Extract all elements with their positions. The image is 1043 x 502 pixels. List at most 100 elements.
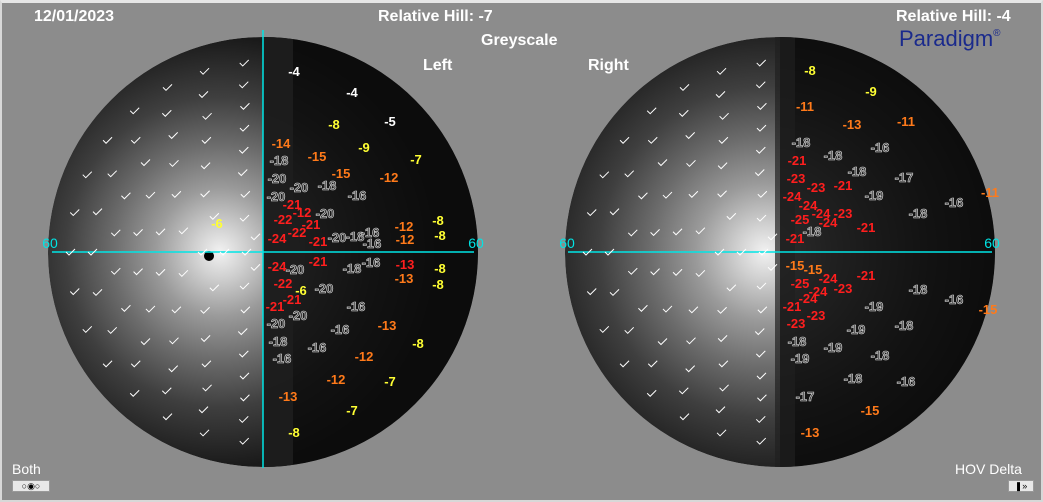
right-value-8: -21: [788, 153, 807, 168]
right-value-49: -16: [897, 374, 916, 389]
right-value-7: -16: [871, 140, 890, 155]
right-value-47: -19: [791, 351, 810, 366]
left-value-32: -6: [211, 216, 223, 231]
left-value-31: -8: [434, 228, 446, 243]
right-value-20: -16: [945, 195, 964, 210]
right-value-2: -11: [796, 99, 814, 114]
left-value-27: -16: [363, 236, 382, 251]
brand-logo: Paradigm®: [899, 26, 1001, 52]
right-value-11: -23: [787, 171, 806, 186]
left-value-4: -9: [358, 140, 370, 155]
right-scale-right: 60: [984, 235, 1000, 251]
right-value-1: -9: [865, 84, 877, 99]
right-field-greyscale: [565, 37, 995, 467]
left-value-3: -5: [384, 114, 396, 129]
left-value-30: -8: [432, 213, 444, 228]
right-value-43: -18: [895, 318, 914, 333]
right-value-41: -23: [787, 316, 806, 331]
right-value-27: -15: [786, 258, 805, 273]
right-value-48: -18: [844, 371, 863, 386]
right-value-4: -11: [897, 114, 915, 129]
view-mode-label: HOV Delta: [955, 461, 1022, 477]
right-value-42: -19: [847, 322, 866, 337]
left-value-24: -20: [328, 230, 347, 245]
right-value-39: -19: [865, 299, 884, 314]
right-value-51: -15: [861, 403, 880, 418]
left-value-47: -16: [347, 299, 366, 314]
eye-select-label: Both: [12, 461, 41, 477]
left-value-7: -15: [308, 149, 327, 164]
left-value-54: -8: [412, 336, 424, 351]
right-value-5: -18: [792, 135, 811, 150]
right-value-33: -23: [834, 281, 853, 296]
left-value-38: -13: [396, 257, 415, 272]
left-value-14: -16: [348, 188, 367, 203]
right-value-9: -18: [848, 164, 867, 179]
left-value-41: -8: [432, 277, 444, 292]
left-value-44: -20: [315, 281, 334, 296]
left-value-2: -8: [328, 117, 340, 132]
right-value-35: -16: [945, 292, 964, 307]
left-value-57: -12: [327, 372, 346, 387]
right-value-29: -21: [857, 268, 876, 283]
right-value-44: -18: [788, 334, 807, 349]
right-relative-hill: Relative Hill: -4: [896, 8, 1011, 25]
right-value-26: -21: [786, 231, 805, 246]
right-value-30: -25: [791, 276, 810, 291]
right-value-37: -24: [799, 291, 819, 306]
left-value-8: -18: [270, 153, 289, 168]
left-value-23: -21: [309, 234, 328, 249]
right-value-3: -13: [843, 117, 862, 132]
display-mode: Greyscale: [481, 32, 558, 49]
left-value-45: -21: [283, 292, 302, 307]
left-value-52: -18: [269, 334, 288, 349]
left-value-59: -13: [279, 389, 298, 404]
radio-right-eye[interactable]: ○: [35, 481, 40, 491]
right-value-46: -18: [871, 348, 890, 363]
right-value-52: -13: [801, 425, 820, 440]
forward-icon[interactable]: »: [1022, 481, 1027, 491]
left-value-51: -13: [378, 318, 397, 333]
left-scale-right: 60: [468, 235, 484, 251]
right-value-14: -19: [865, 188, 884, 203]
visual-field-canvas: -4-4-8 -5-9-7-14-15-18-15 -12-20-20 -18-16-…: [42, 30, 1000, 468]
view-nav-control[interactable]: ❚»: [1008, 480, 1034, 492]
right-eye-label: Right: [588, 57, 629, 74]
left-value-35: -21: [309, 254, 328, 269]
right-value-40: -23: [807, 308, 826, 323]
left-value-49: -20: [267, 316, 286, 331]
right-value-38: -21: [783, 299, 802, 314]
left-value-40: -8: [434, 261, 446, 276]
left-scale-left: 60: [42, 235, 58, 251]
left-value-0: -4: [288, 64, 300, 79]
left-value-21: -22: [288, 225, 307, 240]
right-value-13: -21: [834, 178, 853, 193]
left-value-46: -21: [266, 299, 285, 314]
radio-both-eyes[interactable]: ◉: [27, 481, 35, 491]
left-value-50: -16: [331, 322, 350, 337]
left-value-42: -22: [274, 276, 293, 291]
left-eye-label: Left: [423, 57, 453, 74]
left-value-53: -16: [308, 340, 327, 355]
right-value-50: -17: [796, 389, 815, 404]
right-value-15: -11: [981, 185, 999, 200]
right-value-45: -19: [824, 340, 843, 355]
right-value-19: -18: [909, 206, 928, 221]
left-value-13: -18: [318, 178, 337, 193]
right-value-25: -18: [803, 224, 822, 239]
eye-select-radio-group[interactable]: ○◉○: [12, 480, 50, 492]
left-value-37: -16: [362, 255, 381, 270]
left-value-1: -4: [346, 85, 358, 100]
left-value-61: -8: [288, 425, 300, 440]
left-value-6: -14: [272, 136, 292, 151]
left-value-12: -20: [290, 180, 309, 195]
left-value-34: -20: [286, 262, 305, 277]
left-value-55: -12: [355, 349, 374, 364]
brand-name: Paradigm: [899, 26, 994, 51]
right-value-12: -23: [807, 180, 826, 195]
left-value-10: -12: [380, 170, 399, 185]
right-value-0: -8: [804, 63, 816, 78]
right-value-6: -18: [824, 148, 843, 163]
left-value-60: -7: [346, 403, 358, 418]
right-value-24: -21: [857, 220, 876, 235]
